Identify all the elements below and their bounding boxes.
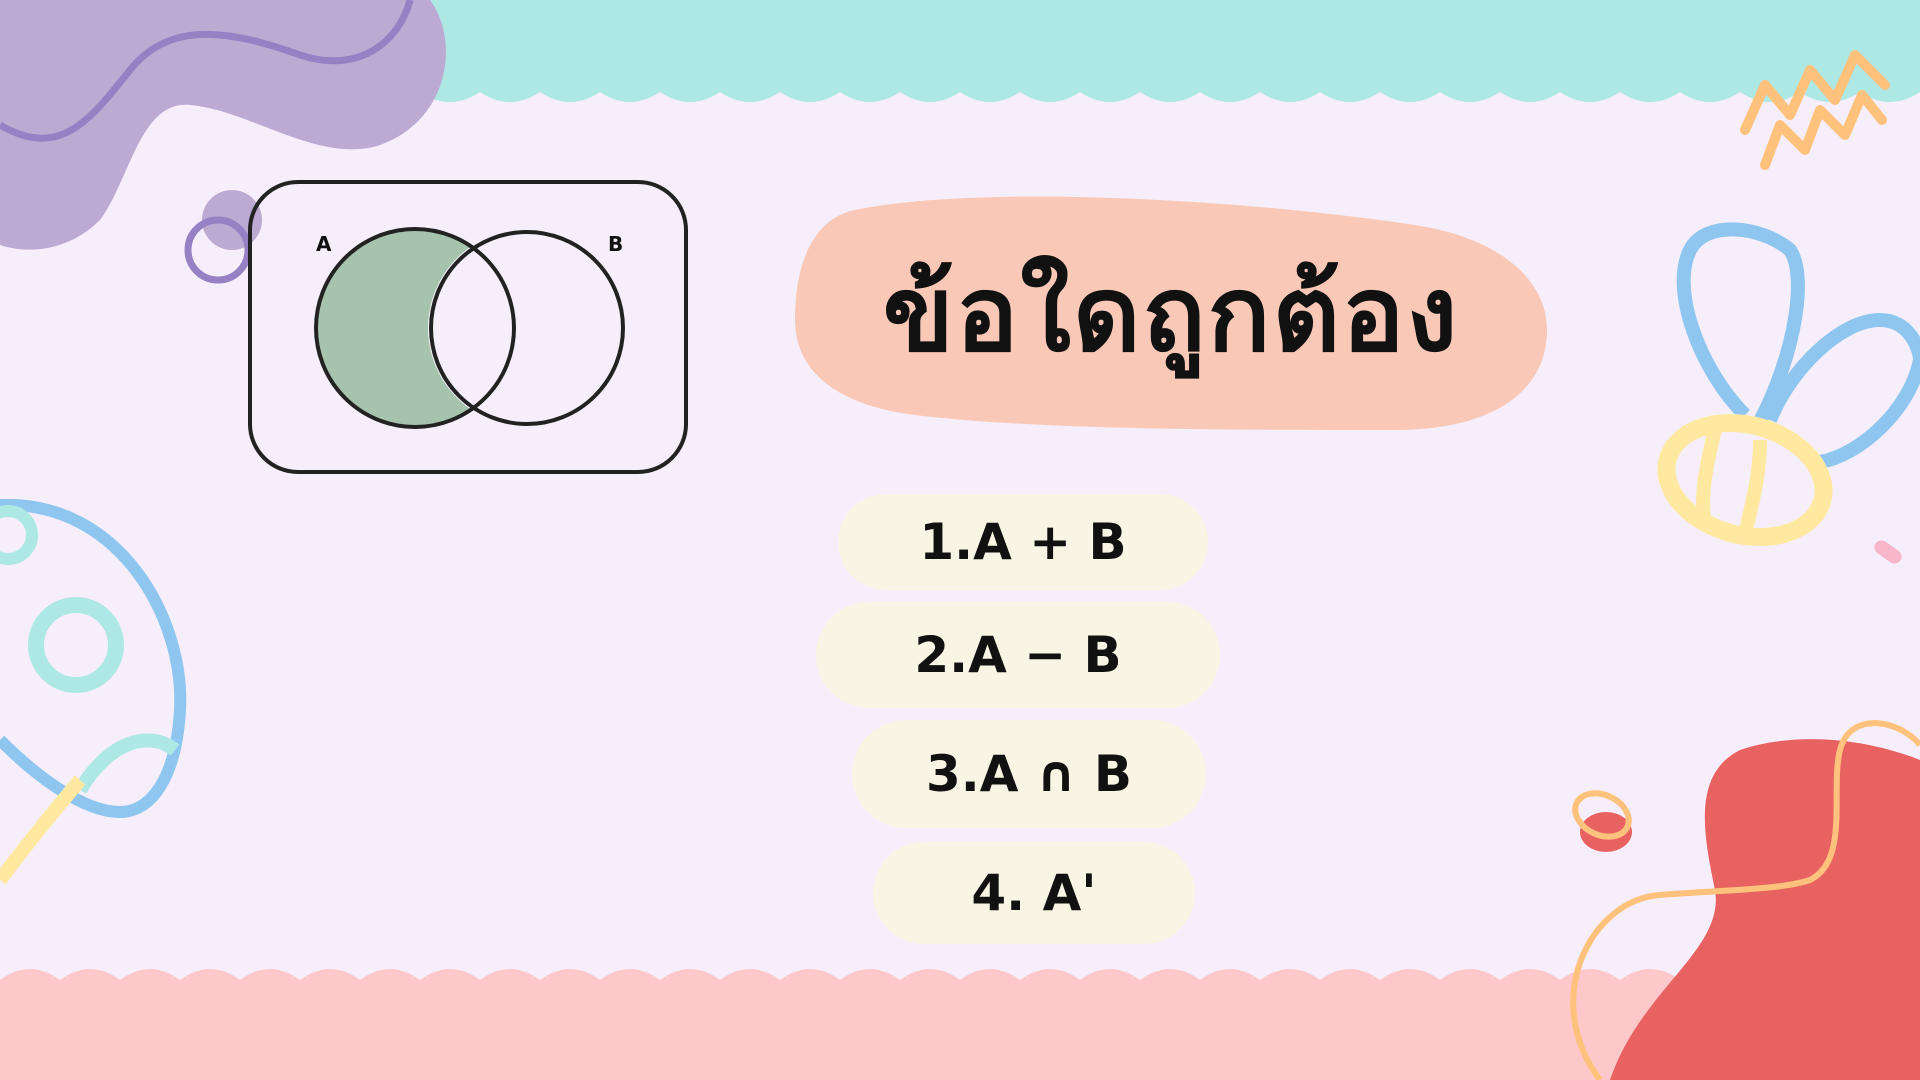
venn-label-b: B — [608, 232, 624, 256]
question-title: ข้อใดถูกต้อง — [882, 252, 1460, 375]
venn-circle-b — [429, 230, 625, 426]
answer-option-2[interactable]: 2.A − B — [816, 602, 1220, 708]
venn-shaded-a-only — [316, 229, 514, 427]
answer-option-3[interactable]: 3.A ∩ B — [852, 720, 1206, 828]
answer-option-4[interactable]: 4. A' — [873, 842, 1195, 944]
venn-label-a: A — [316, 232, 332, 256]
answer-option-1[interactable]: 1.A + B — [838, 494, 1208, 590]
